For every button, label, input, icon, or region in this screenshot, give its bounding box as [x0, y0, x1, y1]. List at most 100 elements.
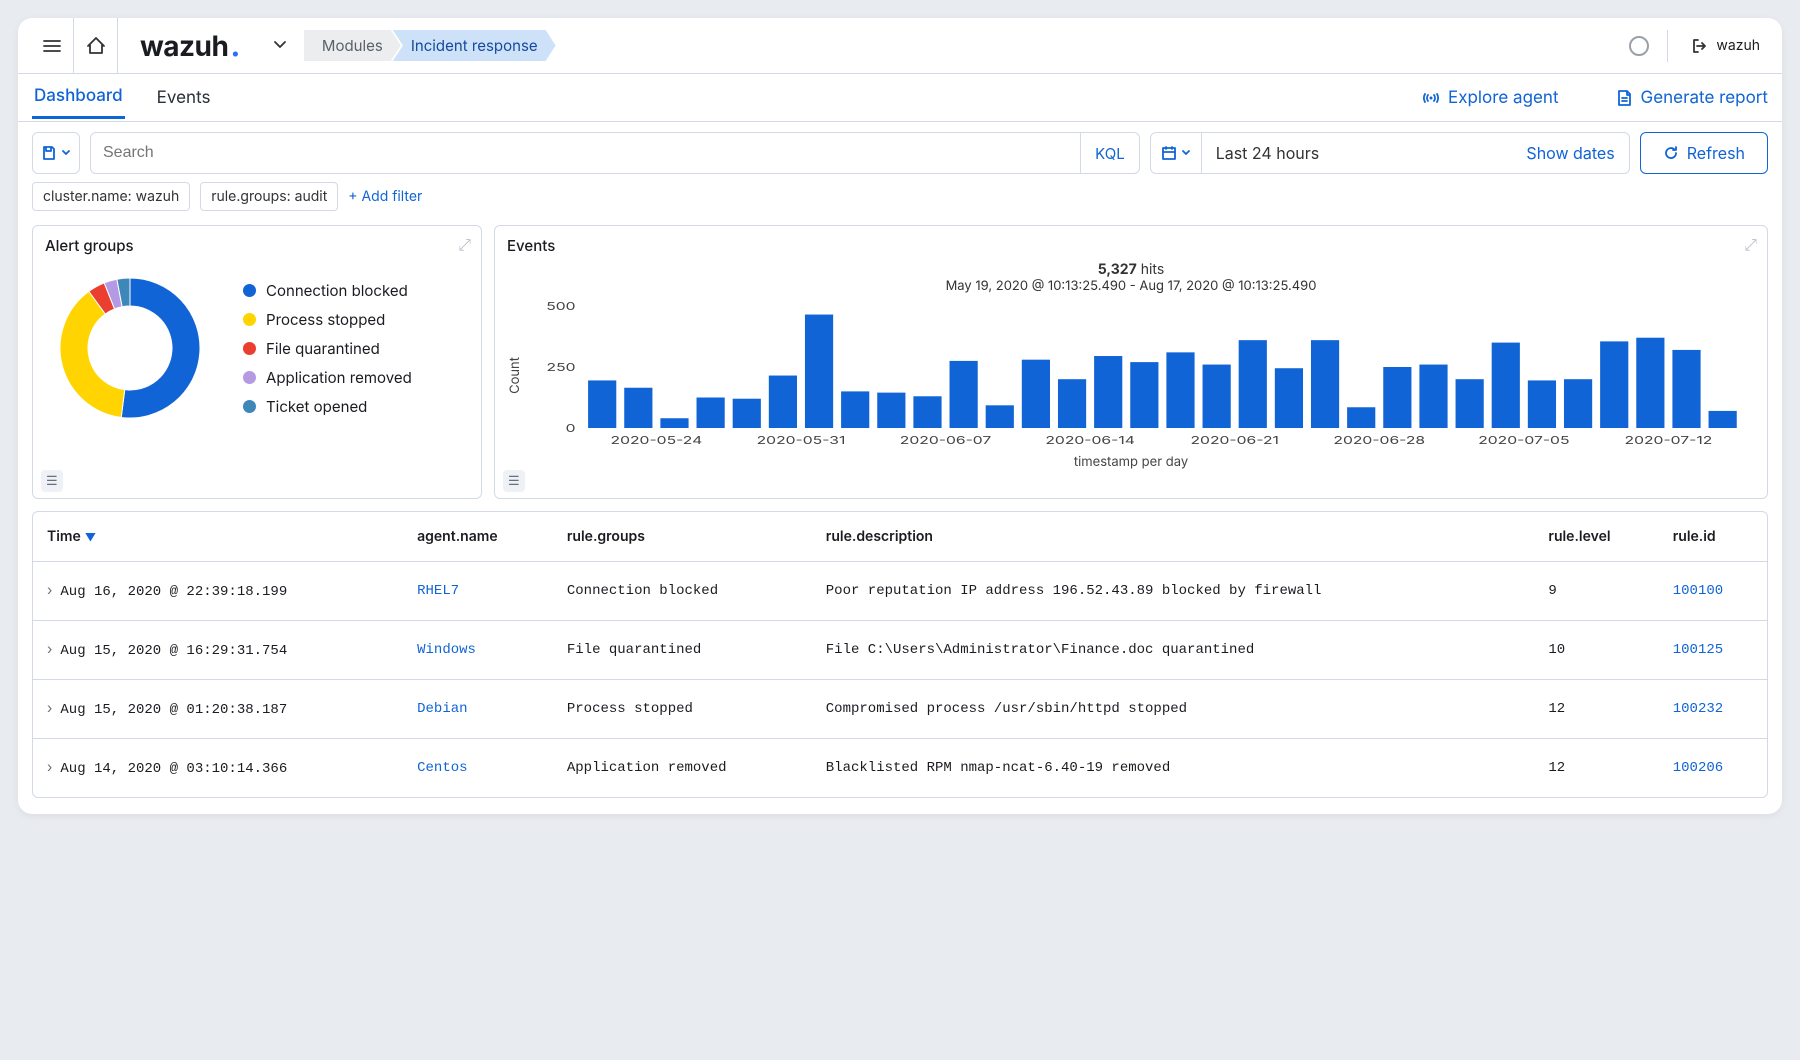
breadcrumb-current[interactable]: Incident response: [393, 30, 556, 61]
expand-row-icon[interactable]: ›: [47, 700, 60, 717]
legend-item[interactable]: Ticket opened: [243, 397, 412, 416]
svg-text:2020-06-14: 2020-06-14: [1045, 434, 1135, 447]
query-language-toggle[interactable]: KQL: [1080, 133, 1139, 173]
save-icon: [41, 145, 57, 161]
saved-queries-button[interactable]: [32, 132, 80, 174]
filter-bar: cluster.name: wazuh rule.groups: audit + …: [18, 174, 1782, 225]
breadcrumb-parent[interactable]: Modules: [304, 30, 401, 61]
events-y-axis-label: Count: [507, 357, 523, 394]
search-field: KQL: [90, 132, 1140, 174]
chevron-down-icon: [1181, 148, 1191, 158]
date-value[interactable]: Last 24 hours: [1202, 143, 1513, 163]
legend-swatch: [243, 342, 256, 355]
legend-item[interactable]: Connection blocked: [243, 281, 412, 300]
svg-text:2020-07-12: 2020-07-12: [1625, 434, 1713, 447]
show-dates-link[interactable]: Show dates: [1512, 143, 1628, 163]
legend-item[interactable]: File quarantined: [243, 339, 412, 358]
expand-panel-icon[interactable]: ⤢: [1744, 234, 1757, 255]
tab-events[interactable]: Events: [155, 78, 213, 118]
legend-label: File quarantined: [266, 339, 380, 358]
events-table: Time▼ agent.name rule.groups rule.descri…: [32, 511, 1768, 798]
legend-swatch: [243, 400, 256, 413]
expand-row-icon[interactable]: ›: [47, 582, 60, 599]
hamburger-menu-icon[interactable]: [30, 18, 74, 74]
svg-text:2020-06-21: 2020-06-21: [1190, 434, 1278, 447]
legend-swatch: [243, 371, 256, 384]
user-menu[interactable]: wazuh: [1680, 37, 1770, 55]
logout-icon: [1690, 37, 1708, 55]
breadcrumb: Modules Incident response: [304, 30, 556, 61]
svg-text:2020-05-31: 2020-05-31: [757, 434, 846, 447]
add-filter-button[interactable]: + Add filter: [348, 188, 422, 205]
filter-chip[interactable]: rule.groups: audit: [200, 182, 338, 211]
svg-text:2020-06-28: 2020-06-28: [1333, 434, 1425, 447]
brand-logo[interactable]: wazuh.: [118, 29, 262, 63]
sub-nav: Dashboard Events Explore agent Generate …: [18, 74, 1782, 122]
tab-dashboard[interactable]: Dashboard: [32, 76, 125, 119]
panel-alert-groups: Alert groups ⤢ Connection blocked Process…: [32, 225, 482, 499]
legend-item[interactable]: Process stopped: [243, 310, 412, 329]
agent-link[interactable]: Debian: [403, 680, 553, 739]
panel-title: Events: [507, 236, 1755, 255]
svg-text:2020-05-24: 2020-05-24: [611, 434, 703, 447]
col-level[interactable]: rule.level: [1534, 512, 1658, 562]
col-id[interactable]: rule.id: [1659, 512, 1767, 562]
agent-link[interactable]: Windows: [403, 621, 553, 680]
chevron-down-icon: [61, 148, 71, 158]
table-row[interactable]: ›Aug 15, 2020 @ 16:29:31.754WindowsFile …: [33, 621, 1767, 680]
broadcast-icon: [1422, 89, 1440, 107]
rule-id-link[interactable]: 100232: [1659, 680, 1767, 739]
legend-swatch: [243, 313, 256, 326]
col-desc[interactable]: rule.description: [812, 512, 1535, 562]
legend-label: Ticket opened: [266, 397, 367, 416]
panel-title: Alert groups: [45, 236, 469, 255]
explore-agent-button[interactable]: Explore agent: [1422, 88, 1559, 108]
legend-item[interactable]: Application removed: [243, 368, 412, 387]
status-ring-icon[interactable]: [1623, 36, 1655, 56]
home-icon[interactable]: [74, 18, 118, 74]
brand-dropdown[interactable]: [262, 34, 298, 58]
refresh-button[interactable]: Refresh: [1640, 132, 1768, 174]
top-bar: wazuh. Modules Incident response wazuh: [18, 18, 1782, 74]
expand-row-icon[interactable]: ›: [47, 641, 60, 658]
document-icon: [1615, 89, 1633, 107]
calendar-icon: [1161, 145, 1177, 161]
user-name: wazuh: [1716, 37, 1760, 54]
expand-panel-icon[interactable]: ⤢: [458, 234, 471, 255]
date-quick-button[interactable]: [1151, 133, 1202, 173]
agent-link[interactable]: Centos: [403, 739, 553, 798]
events-hit-count: 5,327: [1098, 261, 1137, 278]
legend-label: Process stopped: [266, 310, 385, 329]
events-bar-chart: 02505002020-05-242020-05-312020-06-07202…: [527, 300, 1755, 450]
sort-desc-icon: ▼: [85, 530, 96, 544]
table-row[interactable]: ›Aug 14, 2020 @ 03:10:14.366CentosApplic…: [33, 739, 1767, 798]
legend-swatch: [243, 284, 256, 297]
rule-id-link[interactable]: 100125: [1659, 621, 1767, 680]
svg-text:2020-06-07: 2020-06-07: [900, 434, 992, 447]
refresh-icon: [1663, 145, 1679, 161]
date-picker: Last 24 hours Show dates: [1150, 132, 1630, 174]
donut-legend: Connection blocked Process stopped File qu…: [243, 281, 412, 416]
panel-options-icon[interactable]: ☰: [41, 470, 63, 492]
col-time[interactable]: Time▼: [33, 512, 403, 562]
legend-label: Application removed: [266, 368, 412, 387]
donut-chart: [45, 263, 215, 433]
panel-options-icon[interactable]: ☰: [503, 470, 525, 492]
rule-id-link[interactable]: 100206: [1659, 739, 1767, 798]
table-row[interactable]: ›Aug 15, 2020 @ 01:20:38.187DebianProces…: [33, 680, 1767, 739]
agent-link[interactable]: RHEL7: [403, 562, 553, 621]
events-x-axis-label: timestamp per day: [507, 454, 1755, 470]
rule-id-link[interactable]: 100100: [1659, 562, 1767, 621]
col-agent[interactable]: agent.name: [403, 512, 553, 562]
col-groups[interactable]: rule.groups: [553, 512, 812, 562]
brand-text: wazuh: [140, 29, 228, 63]
expand-row-icon[interactable]: ›: [47, 759, 60, 776]
events-date-range: May 19, 2020 @ 10:13:25.490 - Aug 17, 20…: [507, 278, 1755, 294]
svg-text:0: 0: [566, 422, 576, 435]
refresh-label: Refresh: [1687, 143, 1745, 163]
generate-report-button[interactable]: Generate report: [1615, 88, 1768, 108]
table-row[interactable]: ›Aug 16, 2020 @ 22:39:18.199RHEL7Connect…: [33, 562, 1767, 621]
svg-text:500: 500: [546, 300, 575, 313]
filter-chip[interactable]: cluster.name: wazuh: [32, 182, 190, 211]
search-input[interactable]: [91, 134, 1080, 172]
